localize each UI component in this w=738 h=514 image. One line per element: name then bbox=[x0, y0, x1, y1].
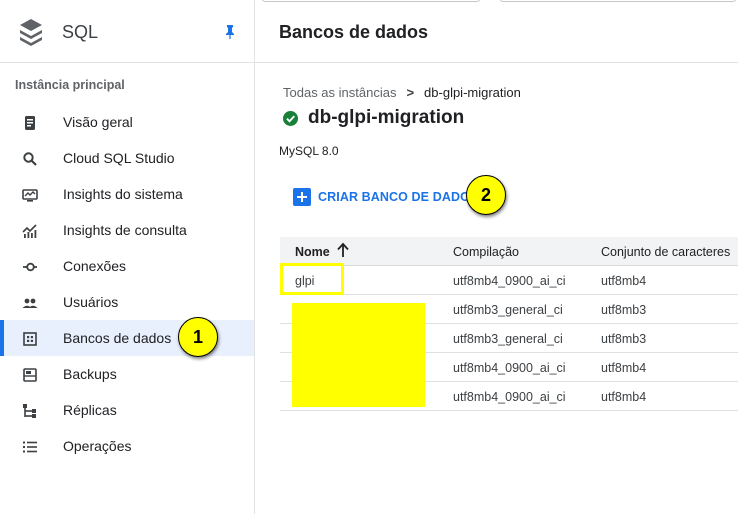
charset-cell: utf8mb4 bbox=[601, 274, 647, 288]
sidebar-item-overview[interactable]: Visão geral bbox=[0, 104, 254, 140]
sidebar-item-query-insights[interactable]: Insights de consulta bbox=[0, 212, 254, 248]
sidebar-item-label: Conexões bbox=[63, 258, 127, 274]
replicas-icon bbox=[23, 404, 36, 418]
operations-icon bbox=[23, 441, 37, 453]
sidebar-item-cloud-sql-studio[interactable]: Cloud SQL Studio bbox=[0, 140, 254, 176]
system-insights-icon bbox=[22, 189, 38, 202]
overview-icon bbox=[25, 116, 35, 130]
sidebar-item-label: Backups bbox=[63, 366, 117, 382]
backups-icon bbox=[23, 368, 37, 382]
pin-icon[interactable] bbox=[222, 24, 238, 40]
redaction-block bbox=[292, 303, 425, 407]
charset-cell: utf8mb4 bbox=[601, 390, 647, 404]
charset-cell: utf8mb4 bbox=[601, 361, 647, 375]
column-header-collation[interactable]: Compilação bbox=[453, 245, 519, 259]
product-title: SQL bbox=[62, 22, 99, 42]
status-ok-icon bbox=[283, 110, 298, 126]
sidebar-item-label: Operações bbox=[63, 438, 132, 454]
instance-header: db-glpi-migration bbox=[283, 107, 464, 129]
add-icon bbox=[293, 188, 311, 206]
collation-cell: utf8mb4_0900_ai_ci bbox=[453, 390, 566, 404]
sidebar-item-users[interactable]: Usuários bbox=[0, 284, 254, 320]
breadcrumb-chevron-icon: > bbox=[406, 85, 415, 100]
sidebar-item-label: Bancos de dados bbox=[63, 330, 172, 346]
annotation-highlight-box bbox=[280, 263, 344, 295]
create-database-label: CRIAR BANCO DE DADOS bbox=[318, 190, 479, 204]
collation-cell: utf8mb3_general_ci bbox=[453, 332, 563, 346]
sort-ascending-icon[interactable] bbox=[336, 242, 350, 258]
sidebar-item-label: Réplicas bbox=[63, 402, 117, 418]
instance-name: db-glpi-migration bbox=[308, 107, 465, 128]
sidebar-item-connections[interactable]: Conexões bbox=[0, 248, 254, 284]
databases-icon bbox=[23, 332, 37, 346]
breadcrumb: Todas as instâncias > db-glpi-migration bbox=[283, 85, 521, 100]
table-header: Nome Compilação Conjunto de caracteres bbox=[280, 237, 738, 266]
sidebar-item-label: Cloud SQL Studio bbox=[63, 150, 175, 166]
charset-cell: utf8mb3 bbox=[601, 332, 647, 346]
sidebar-item-backups[interactable]: Backups bbox=[0, 356, 254, 392]
instance-version: MySQL 8.0 bbox=[279, 144, 339, 158]
users-icon bbox=[22, 298, 38, 308]
collation-cell: utf8mb4_0900_ai_ci bbox=[453, 274, 566, 288]
sidebar-item-label: Insights de consulta bbox=[63, 222, 187, 238]
column-header-name[interactable]: Nome bbox=[295, 245, 330, 259]
sidebar: SQL Instância principal Visão geral Clou… bbox=[0, 0, 255, 514]
sidebar-item-operations[interactable]: Operações bbox=[0, 428, 254, 464]
connections-icon bbox=[23, 262, 37, 272]
annotation-step-2: 2 bbox=[466, 175, 506, 215]
sidebar-section-title: Instância principal bbox=[15, 78, 125, 92]
main-header: Bancos de dados bbox=[255, 0, 738, 63]
sidebar-item-label: Insights do sistema bbox=[63, 186, 183, 202]
sidebar-item-label: Usuários bbox=[63, 294, 119, 310]
search-icon bbox=[23, 152, 37, 166]
breadcrumb-all-instances[interactable]: Todas as instâncias bbox=[283, 85, 396, 100]
page-title: Bancos de dados bbox=[279, 22, 429, 42]
table-row[interactable]: glpi utf8mb4_0900_ai_ci utf8mb4 bbox=[280, 266, 738, 295]
annotation-step-1: 1 bbox=[178, 317, 218, 357]
sidebar-item-label: Visão geral bbox=[63, 114, 133, 130]
query-insights-icon bbox=[22, 224, 37, 238]
collation-cell: utf8mb3_general_ci bbox=[453, 303, 563, 317]
sidebar-header: SQL bbox=[0, 0, 254, 63]
collation-cell: utf8mb4_0900_ai_ci bbox=[453, 361, 566, 375]
breadcrumb-current: db-glpi-migration bbox=[424, 85, 521, 100]
sql-logo-icon bbox=[20, 19, 42, 46]
create-database-button[interactable]: CRIAR BANCO DE DADOS bbox=[293, 188, 478, 206]
sidebar-item-system-insights[interactable]: Insights do sistema bbox=[0, 176, 254, 212]
sidebar-item-replicas[interactable]: Réplicas bbox=[0, 392, 254, 428]
column-header-charset[interactable]: Conjunto de caracteres bbox=[601, 245, 730, 259]
charset-cell: utf8mb3 bbox=[601, 303, 647, 317]
